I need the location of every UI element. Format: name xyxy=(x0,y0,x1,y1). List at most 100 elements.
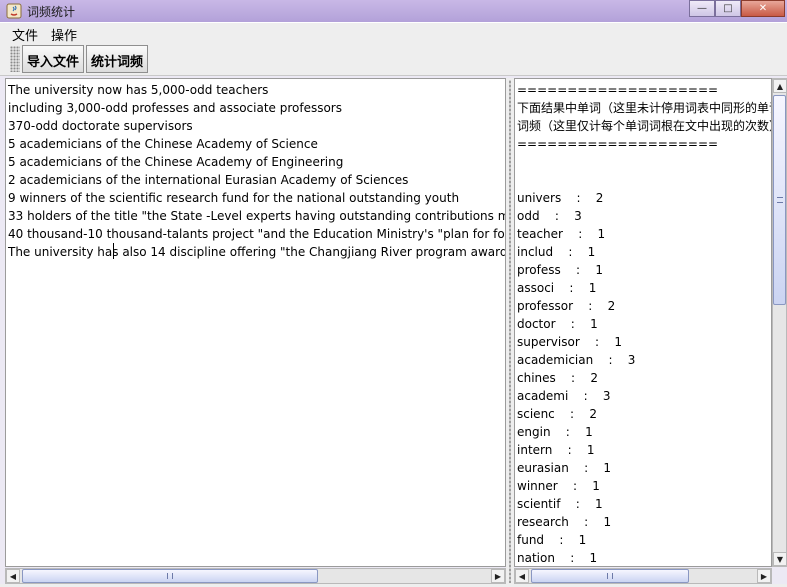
word-frequency-row: profess : 1 xyxy=(517,261,603,279)
word-stem: intern xyxy=(517,443,553,457)
input-line: 5 academicians of the Chinese Academy of… xyxy=(8,137,318,151)
word-count: 1 xyxy=(597,227,606,241)
colon-separator: : xyxy=(562,227,598,241)
scroll-left-arrow-icon[interactable]: ◀ xyxy=(6,569,20,583)
count-frequency-button[interactable]: 统计词频 xyxy=(86,45,148,73)
menu-bar: 文件 操作 xyxy=(0,22,787,44)
word-count: 3 xyxy=(602,389,611,403)
result-text-area[interactable]: ==================== 下面结果中单词（这里未计停用词表中同形… xyxy=(514,78,772,567)
word-stem: engin xyxy=(517,425,551,439)
colon-separator: : xyxy=(555,371,591,385)
result-horizontal-scrollbar[interactable]: ◀ ▶ xyxy=(514,568,772,584)
input-line: The university now has 5,000-odd teacher… xyxy=(8,83,269,97)
input-line: 33 holders of the title "the State -Leve… xyxy=(8,209,505,223)
colon-separator: : xyxy=(552,443,587,457)
word-count: 1 xyxy=(578,533,587,547)
scroll-left-arrow-icon[interactable]: ◀ xyxy=(515,569,529,583)
word-frequency-row: research : 1 xyxy=(517,513,611,531)
word-count: 3 xyxy=(574,209,582,223)
word-count: 1 xyxy=(592,479,600,493)
scroll-right-arrow-icon[interactable]: ▶ xyxy=(757,569,771,583)
word-stem: academi xyxy=(517,389,569,403)
word-stem: teacher xyxy=(517,227,563,241)
vertical-scroll-thumb[interactable] xyxy=(773,95,786,305)
word-frequency-row: chines : 2 xyxy=(517,369,598,387)
result-vertical-scrollbar[interactable]: ▲ ▼ xyxy=(772,78,787,567)
word-stem: academician xyxy=(517,353,594,367)
scroll-up-arrow-icon[interactable]: ▲ xyxy=(773,79,787,93)
separator-line: ==================== xyxy=(517,137,719,151)
split-divider-grip[interactable] xyxy=(509,80,511,583)
word-frequency-row: scienc : 2 xyxy=(517,405,597,423)
input-text-area[interactable]: The university now has 5,000-odd teacher… xyxy=(5,78,506,567)
colon-separator: : xyxy=(555,317,591,331)
word-frequency-row: academi : 3 xyxy=(517,387,611,405)
word-count: 1 xyxy=(589,551,598,565)
word-stem: nation xyxy=(517,551,555,565)
scroll-down-arrow-icon[interactable]: ▼ xyxy=(773,552,787,566)
colon-separator: : xyxy=(579,335,615,349)
horizontal-scroll-thumb[interactable] xyxy=(22,569,318,583)
title-bar: 词频统计 — □ ✕ xyxy=(0,0,787,22)
word-frequency-row: academician : 3 xyxy=(517,351,635,369)
word-frequency-row: intern : 1 xyxy=(517,441,595,459)
colon-separator: : xyxy=(568,461,604,475)
input-horizontal-scrollbar[interactable]: ◀ ▶ xyxy=(5,568,506,584)
toolbar-grip[interactable] xyxy=(10,46,20,72)
input-line: 40 thousand-10 thousand-talants project … xyxy=(8,227,505,241)
colon-separator: : xyxy=(573,299,608,313)
result-header-line: 词频（这里仅计每个单词词根在文中出现的次数） xyxy=(517,119,772,133)
word-stem: odd xyxy=(517,209,540,223)
word-count: 1 xyxy=(587,245,596,259)
colon-separator: : xyxy=(557,479,593,493)
input-line: 370-odd doctorate supervisors xyxy=(8,119,193,133)
colon-separator: : xyxy=(568,515,604,529)
input-line: 5 academicians of the Chinese Academy of… xyxy=(8,155,344,169)
word-frequency-row: odd : 3 xyxy=(517,207,582,225)
word-frequency-row: scientif : 1 xyxy=(517,495,603,513)
word-stem: includ xyxy=(517,245,554,259)
word-count: 2 xyxy=(595,191,604,205)
colon-separator: : xyxy=(554,407,590,421)
word-count: 2 xyxy=(590,371,598,385)
input-line: 2 academicians of the international Eura… xyxy=(8,173,409,187)
colon-separator: : xyxy=(561,191,596,205)
input-line: including 3,000-odd professes and associ… xyxy=(8,101,342,115)
word-stem: winner xyxy=(517,479,558,493)
word-frequency-row: associ : 1 xyxy=(517,279,596,297)
word-frequency-row: nation : 1 xyxy=(517,549,598,566)
word-stem: chines xyxy=(517,371,556,385)
colon-separator: : xyxy=(550,425,586,439)
word-stem: professor xyxy=(517,299,574,313)
colon-separator: : xyxy=(593,353,628,367)
word-stem: supervisor xyxy=(517,335,580,349)
colon-separator: : xyxy=(554,551,590,565)
word-frequency-row: doctor : 1 xyxy=(517,315,598,333)
close-button[interactable]: ✕ xyxy=(741,0,785,17)
word-count: 1 xyxy=(586,443,595,457)
colon-separator: : xyxy=(560,497,595,511)
word-count: 2 xyxy=(607,299,616,313)
maximize-button[interactable]: □ xyxy=(715,0,741,17)
horizontal-scroll-thumb[interactable] xyxy=(531,569,689,583)
import-file-button[interactable]: 导入文件 xyxy=(22,45,84,73)
word-count: 1 xyxy=(595,263,603,277)
scroll-right-arrow-icon[interactable]: ▶ xyxy=(491,569,505,583)
colon-separator: : xyxy=(544,533,579,547)
word-frequency-row: includ : 1 xyxy=(517,243,595,261)
word-count: 1 xyxy=(603,515,612,529)
word-frequency-row: engin : 1 xyxy=(517,423,593,441)
word-stem: univers xyxy=(517,191,562,205)
word-count: 1 xyxy=(588,281,597,295)
word-stem: eurasian xyxy=(517,461,569,475)
word-stem: profess xyxy=(517,263,561,277)
colon-separator: : xyxy=(568,389,603,403)
colon-separator: : xyxy=(560,263,596,277)
word-count: 1 xyxy=(614,335,622,349)
word-frequency-row: professor : 2 xyxy=(517,297,615,315)
word-count: 1 xyxy=(595,497,603,511)
minimize-button[interactable]: — xyxy=(689,0,715,17)
colon-separator: : xyxy=(539,209,575,223)
toolbar: 导入文件 统计词频 xyxy=(0,42,787,76)
word-frequency-row: winner : 1 xyxy=(517,477,600,495)
